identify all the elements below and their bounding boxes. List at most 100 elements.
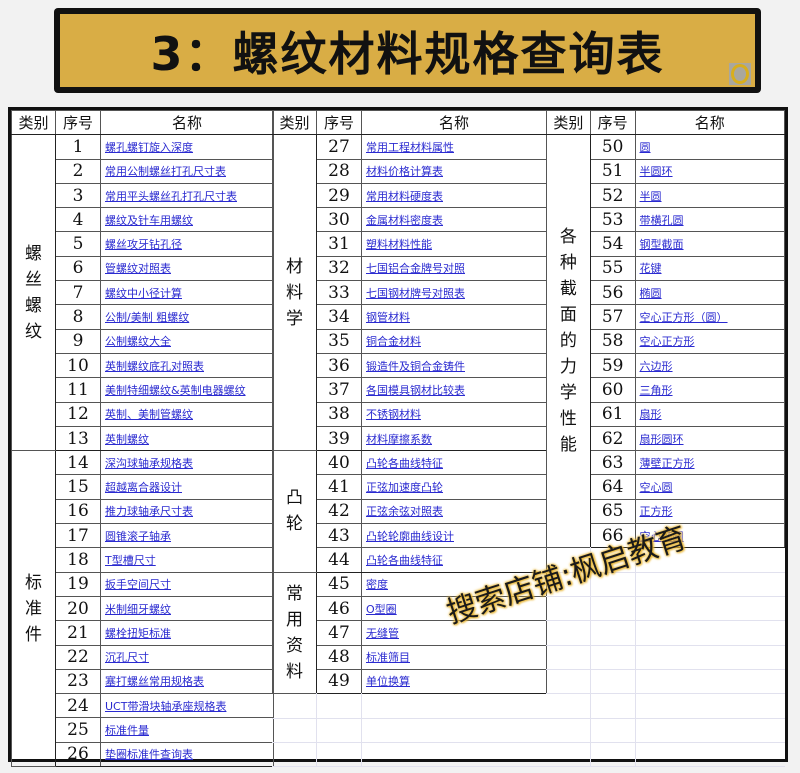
item-link[interactable]: 扳手空间尺寸 [105,578,171,591]
name-cell: 常用材料硬度表 [361,182,547,209]
item-link[interactable]: 椭圆 [640,287,662,300]
name-cell: T型槽尺寸 [100,547,274,573]
item-link[interactable]: 管螺纹对照表 [105,262,171,275]
item-link[interactable]: 沉孔尺寸 [105,651,149,664]
item-link[interactable]: 深沟球轴承规格表 [105,457,193,470]
empty-grid-line [272,741,546,743]
item-link[interactable]: 凸轮轮廓曲线设计 [366,530,454,543]
item-link[interactable]: 空心椭圆 [640,530,684,543]
item-link[interactable]: 半圆环 [640,165,673,178]
item-link[interactable]: T型槽尺寸 [105,554,156,567]
item-link[interactable]: 锻造件及铜合金铸件 [366,360,465,373]
item-link[interactable]: 不锈钢材料 [366,408,421,421]
index-cell: 44 [316,547,362,573]
lookup-table-3: 类别 序号 名称 各种截面的力学性能 50 圆 51 半圆环 52 半圆 53 带横孔圆 54 钢型截面 5… [546,109,786,549]
item-link[interactable]: 塑料材料性能 [366,238,432,251]
item-link[interactable]: 凸轮各曲线特征 [366,554,443,567]
name-cell: 英制螺纹 [100,425,274,452]
item-link[interactable]: 钢管材料 [366,311,410,324]
name-cell: 标准件量 [100,717,274,743]
item-link[interactable]: 圆锥滚子轴承 [105,530,171,543]
item-link[interactable]: O型圈 [366,603,397,616]
index-cell: 27 [316,134,362,160]
item-link[interactable]: UCT带滑块轴承座规格表 [105,700,226,713]
item-link[interactable]: 带横孔圆 [640,214,684,227]
item-link[interactable]: 金属材料密度表 [366,214,443,227]
item-link[interactable]: 材料摩擦系数 [366,433,432,446]
index-cell: 41 [316,474,362,500]
item-link[interactable]: 推力球轴承尺寸表 [105,505,193,518]
item-link[interactable]: 正弦余弦对照表 [366,505,443,518]
item-link[interactable]: 常用工程材料属性 [366,141,454,154]
item-link[interactable]: 螺丝攻牙钻孔径 [105,238,182,251]
item-link[interactable]: 正弦加速度凸轮 [366,481,443,494]
name-cell: 花键 [634,255,786,282]
item-link[interactable]: 单位换算 [366,675,410,688]
item-link[interactable]: 材料价格计算表 [366,165,443,178]
item-link[interactable]: 铜合金材料 [366,335,421,348]
name-cell: 深沟球轴承规格表 [100,450,274,476]
item-link[interactable]: 三角形 [640,384,673,397]
name-cell: 圆锥滚子轴承 [100,523,274,549]
item-link[interactable]: 英制螺纹底孔对照表 [105,360,204,373]
item-link[interactable]: 空心正方形 [640,335,695,348]
item-link[interactable]: 米制细牙螺纹 [105,603,171,616]
item-link[interactable]: 花键 [640,262,662,275]
item-link[interactable]: 英制螺纹 [105,433,149,446]
item-link[interactable]: 螺孔螺钉旋入深度 [105,141,193,154]
item-link[interactable]: 扇形圆环 [640,433,684,446]
item-link[interactable]: 标准筛目 [366,651,410,664]
index-cell: 25 [55,717,101,743]
empty-grid-column-line [316,693,317,767]
item-link[interactable]: 凸轮各曲线特征 [366,457,443,470]
item-link[interactable]: 英制、美制管螺纹 [105,408,193,421]
item-link[interactable]: 螺纹中小径计算 [105,287,182,300]
item-link[interactable]: 正方形 [640,505,673,518]
col-header-category: 类别 [11,109,56,136]
item-link[interactable]: 螺纹及针车用螺纹 [105,214,193,227]
item-link[interactable]: 无缝管 [366,627,399,640]
index-cell: 8 [55,304,101,330]
item-link[interactable]: 七国铝合金牌号对照 [366,262,465,275]
item-link[interactable]: 常用公制螺丝打孔尺寸表 [105,165,226,178]
item-link[interactable]: 钢型截面 [640,238,684,251]
item-link[interactable]: 美制特细螺纹&英制电器螺纹 [105,384,246,397]
item-link[interactable]: 各国模具钢材比较表 [366,384,465,397]
item-link[interactable]: 超越离合器设计 [105,481,182,494]
item-link[interactable]: 标准件量 [105,724,149,737]
item-link[interactable]: 常用材料硬度表 [366,190,443,203]
item-link[interactable]: 扇形 [640,408,662,421]
index-cell: 38 [316,401,362,427]
index-cell: 47 [316,620,362,646]
item-link[interactable]: 密度 [366,578,388,591]
name-cell: 薄壁正方形 [634,450,786,476]
index-cell: 14 [55,450,101,476]
index-cell: 29 [316,182,362,209]
item-link[interactable]: 七国钢材牌号对照表 [366,287,465,300]
spreadsheet: 类别 序号 名称 螺丝螺纹 1 螺孔螺钉旋入深度 2 常用公制螺丝打孔尺寸表 3 常用平头螺丝孔打… [8,107,788,768]
item-link[interactable]: 空心圆 [640,481,673,494]
name-cell: 凸轮各曲线特征 [361,547,547,573]
item-link[interactable]: 垫圈标准件查询表 [105,748,193,761]
index-cell: 22 [55,644,101,670]
item-link[interactable]: 空心正方形（圆） [640,311,728,324]
ring-icon[interactable] [729,63,751,85]
name-cell: O型圈 [361,595,547,622]
item-link[interactable]: 螺栓扭矩标准 [105,627,171,640]
item-link[interactable]: 六边形 [640,360,673,373]
index-cell: 1 [55,134,101,160]
item-link[interactable]: 公制/美制 粗螺纹 [105,311,189,324]
item-link[interactable]: 半圆 [640,190,662,203]
name-cell: 英制、美制管螺纹 [100,401,274,427]
item-link[interactable]: 公制螺纹大全 [105,335,171,348]
index-cell: 43 [316,523,362,549]
item-link[interactable]: 圆 [640,141,651,154]
index-cell: 3 [55,182,101,209]
item-link[interactable]: 常用平头螺丝孔打孔尺寸表 [105,190,237,203]
title-banner: 3：螺纹材料规格查询表 [54,8,761,93]
item-link[interactable]: 薄壁正方形 [640,457,695,470]
name-cell: 扳手空间尺寸 [100,571,274,597]
index-cell: 13 [55,425,101,452]
index-cell: 2 [55,158,101,184]
item-link[interactable]: 塞打螺丝常用规格表 [105,675,204,688]
